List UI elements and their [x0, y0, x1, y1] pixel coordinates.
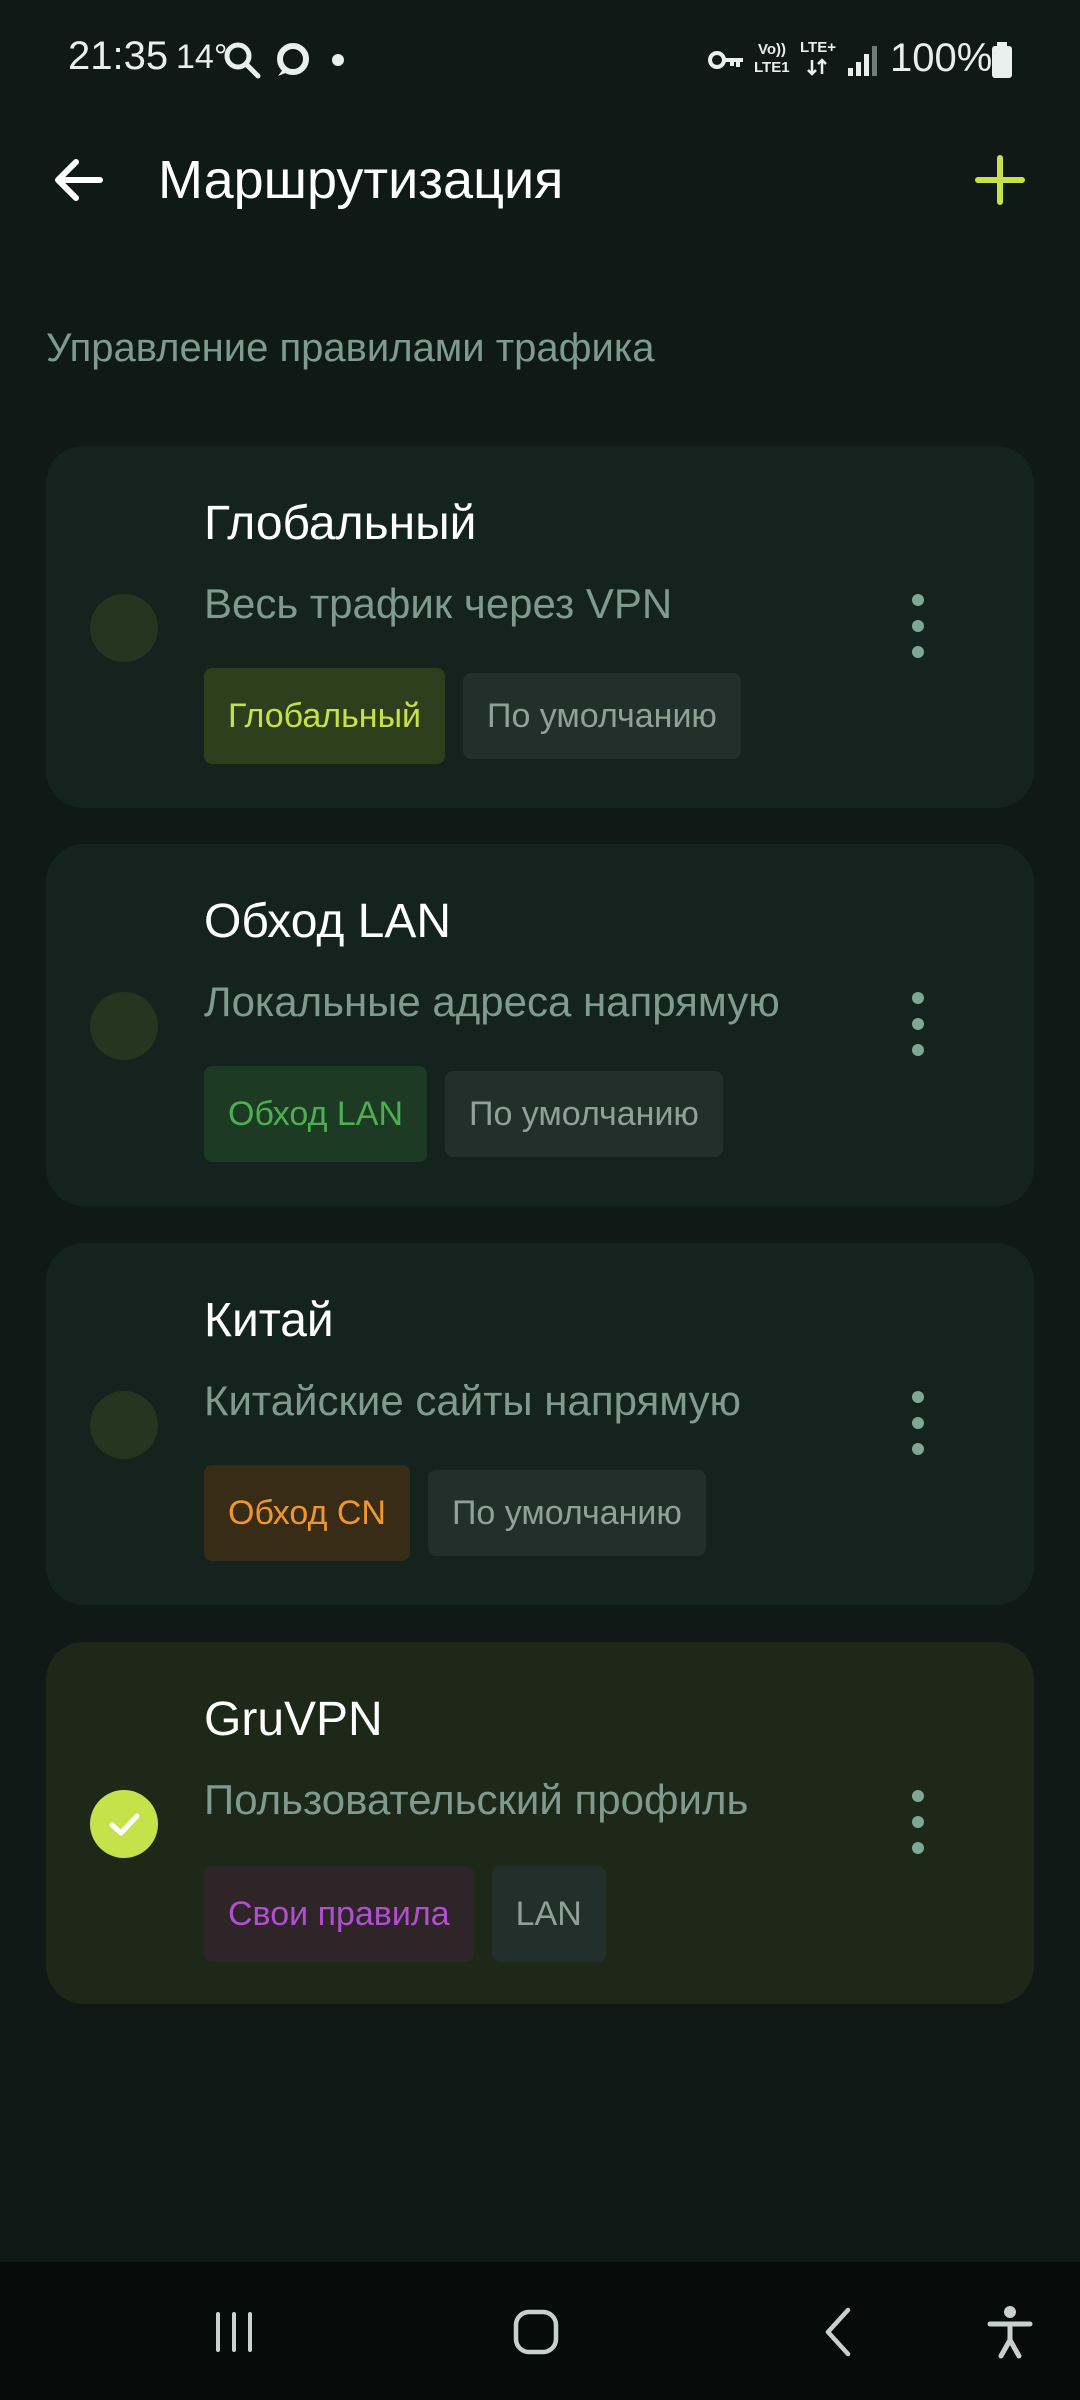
system-navigation-bar	[0, 2262, 1080, 2400]
profile-description: Локальные адреса напрямую	[204, 978, 780, 1025]
app-bar: Маршрутизация	[0, 120, 1080, 240]
notification-dot-icon	[332, 54, 344, 66]
profile-radio[interactable]	[90, 1391, 158, 1459]
lte-label: LTE+	[800, 39, 836, 56]
section-subtitle: Управление правилами трафика	[46, 326, 655, 370]
chevron-left-icon	[825, 2307, 851, 2357]
nav-back-button[interactable]	[800, 2292, 880, 2372]
profile-description: Китайские сайты напрямую	[204, 1377, 742, 1424]
profile-tags: Обход CN По умолчанию	[204, 1465, 706, 1561]
more-vert-icon	[912, 1391, 924, 1403]
chat-notification-icon	[272, 40, 312, 80]
data-arrows-icon	[806, 58, 828, 76]
status-time: 21:35	[68, 34, 169, 78]
add-profile-button[interactable]	[964, 144, 1036, 216]
more-options-button[interactable]	[898, 1379, 938, 1469]
routing-screen: 21:35 14° Vo)) LTE1 LTE+ 100% Маршрутиза…	[0, 0, 1080, 2400]
volte-label-top: Vo))	[758, 41, 787, 58]
more-vert-icon	[912, 1790, 924, 1802]
plus-icon	[975, 155, 1025, 205]
status-bar: 21:35 14° Vo)) LTE1 LTE+ 100%	[0, 0, 1080, 120]
more-vert-icon	[912, 992, 924, 1004]
profile-radio[interactable]	[90, 594, 158, 662]
tag-type: Глобальный	[204, 668, 445, 764]
profile-title: Глобальный	[204, 497, 477, 550]
more-options-button[interactable]	[898, 980, 938, 1070]
vpn-key-icon	[706, 40, 746, 80]
tag-type: Обход CN	[204, 1465, 410, 1561]
profile-card-gruvpn[interactable]: GruVPN Пользовательский профиль Свои пра…	[46, 1642, 1034, 2004]
recent-apps-icon	[216, 2312, 252, 2352]
accessibility-button[interactable]	[970, 2292, 1050, 2372]
more-vert-icon	[912, 594, 924, 606]
profile-tags: Обход LAN По умолчанию	[204, 1066, 723, 1162]
home-button[interactable]	[496, 2292, 576, 2372]
profile-radio-checked[interactable]	[90, 1790, 158, 1858]
tag-type: Свои правила	[204, 1866, 474, 1962]
tag-type: Обход LAN	[204, 1066, 427, 1162]
home-icon	[513, 2309, 559, 2355]
tag-default: По умолчанию	[445, 1071, 723, 1157]
profile-title: Обход LAN	[204, 895, 452, 948]
accessibility-icon	[987, 2306, 1033, 2359]
signal-icon	[846, 40, 886, 80]
more-options-button[interactable]	[898, 582, 938, 672]
profile-radio[interactable]	[90, 992, 158, 1060]
search-icon	[222, 40, 262, 80]
more-options-button[interactable]	[898, 1778, 938, 1868]
recent-apps-button[interactable]	[194, 2292, 274, 2372]
profile-card-lan-bypass[interactable]: Обход LAN Локальные адреса напрямую Обхо…	[46, 844, 1034, 1206]
tag-default: По умолчанию	[463, 673, 741, 759]
battery-icon	[990, 40, 1014, 80]
profile-tags: Свои правила LAN	[204, 1866, 606, 1962]
profile-card-china[interactable]: Китай Китайские сайты напрямую Обход CN …	[46, 1243, 1034, 1605]
arrow-back-icon	[55, 159, 103, 201]
tag-default: По умолчанию	[427, 1470, 706, 1556]
volte-label-bottom: LTE1	[754, 59, 790, 76]
page-title: Маршрутизация	[158, 150, 564, 210]
profile-tags: Глобальный По умолчанию	[204, 668, 741, 764]
profile-card-global[interactable]: Глобальный Весь трафик через VPN Глобаль…	[46, 446, 1034, 808]
battery-percent: 100%	[890, 36, 993, 80]
back-button[interactable]	[44, 144, 116, 216]
tag-lan: LAN	[491, 1866, 606, 1962]
profile-title: GruVPN	[204, 1693, 383, 1746]
profile-description: Весь трафик через VPN	[204, 580, 673, 627]
status-temperature: 14°	[176, 38, 228, 76]
check-icon	[109, 1813, 140, 1836]
profile-title: Китай	[204, 1294, 334, 1347]
profile-description: Пользовательский профиль	[204, 1776, 749, 1823]
